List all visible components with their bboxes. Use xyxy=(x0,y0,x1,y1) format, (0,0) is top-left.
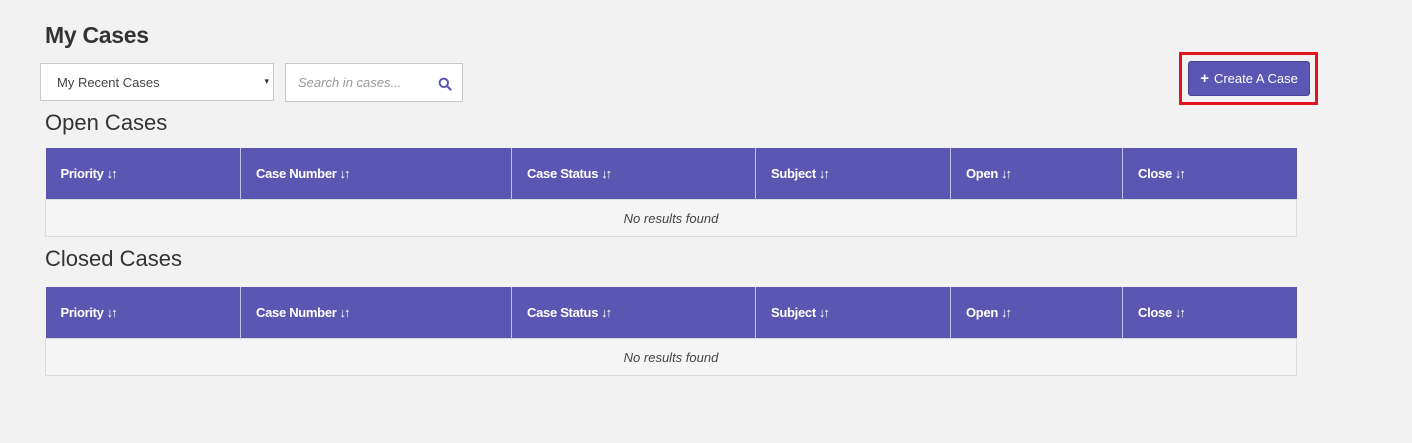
column-header-close[interactable]: Close ↓↑ xyxy=(1122,148,1297,200)
sort-icon[interactable]: ↓↑ xyxy=(601,166,612,181)
plus-icon: + xyxy=(1200,70,1209,87)
empty-message: No results found xyxy=(45,199,1297,237)
table-header-row: Priority ↓↑ Case Number ↓↑ Case Status ↓↑ S… xyxy=(45,148,1297,200)
column-label: Priority xyxy=(60,166,104,181)
sort-icon[interactable]: ↓↑ xyxy=(819,166,830,181)
column-label: Case Number xyxy=(256,305,337,320)
column-header-open[interactable]: Open ↓↑ xyxy=(950,287,1123,339)
column-header-case-number[interactable]: Case Number ↓↑ xyxy=(240,148,512,200)
open-cases-title: Open Cases xyxy=(45,110,168,135)
column-header-case-number[interactable]: Case Number ↓↑ xyxy=(240,287,512,339)
case-filter-select[interactable]: My Recent Cases ▾ xyxy=(40,63,274,101)
column-label: Case Status xyxy=(527,166,599,181)
closed-cases-table: Priority ↓↑ Case Number ↓↑ Case Status ↓↑ S… xyxy=(45,287,1297,376)
sort-icon[interactable]: ↓↑ xyxy=(1175,305,1186,320)
column-label: Priority xyxy=(60,305,104,320)
table-row: No results found xyxy=(45,199,1297,237)
sort-icon[interactable]: ↓↑ xyxy=(1001,305,1012,320)
sort-icon[interactable]: ↓↑ xyxy=(340,166,351,181)
column-header-subject[interactable]: Subject ↓↑ xyxy=(755,148,951,200)
sort-icon[interactable]: ↓↑ xyxy=(107,305,118,320)
sort-icon[interactable]: ↓↑ xyxy=(1001,166,1012,181)
column-label: Subject xyxy=(771,166,816,181)
create-case-button[interactable]: + Create A Case xyxy=(1188,61,1310,96)
search-icon[interactable] xyxy=(438,77,452,91)
empty-message: No results found xyxy=(45,338,1297,376)
open-cases-table: Priority ↓↑ Case Number ↓↑ Case Status ↓↑ S… xyxy=(45,148,1297,237)
column-header-case-status[interactable]: Case Status ↓↑ xyxy=(511,148,756,200)
column-label: Subject xyxy=(771,305,816,320)
sort-icon[interactable]: ↓↑ xyxy=(340,305,351,320)
chevron-down-icon: ▾ xyxy=(264,76,269,86)
column-header-priority[interactable]: Priority ↓↑ xyxy=(45,148,241,200)
column-header-close[interactable]: Close ↓↑ xyxy=(1122,287,1297,339)
case-filter-selected-value: My Recent Cases xyxy=(57,75,160,90)
sort-icon[interactable]: ↓↑ xyxy=(1175,166,1186,181)
page-title: My Cases xyxy=(45,22,149,48)
column-header-open[interactable]: Open ↓↑ xyxy=(950,148,1123,200)
column-header-subject[interactable]: Subject ↓↑ xyxy=(755,287,951,339)
column-label: Case Number xyxy=(256,166,337,181)
column-label: Open xyxy=(966,166,999,181)
column-label: Case Status xyxy=(527,305,599,320)
sort-icon[interactable]: ↓↑ xyxy=(601,305,612,320)
search-input[interactable] xyxy=(286,64,438,101)
table-header-row: Priority ↓↑ Case Number ↓↑ Case Status ↓↑ S… xyxy=(45,287,1297,339)
column-label: Close xyxy=(1138,305,1172,320)
closed-cases-title: Closed Cases xyxy=(45,246,182,271)
column-header-priority[interactable]: Priority ↓↑ xyxy=(45,287,241,339)
column-label: Close xyxy=(1138,166,1172,181)
sort-icon[interactable]: ↓↑ xyxy=(107,166,118,181)
search-box xyxy=(285,63,463,102)
column-header-case-status[interactable]: Case Status ↓↑ xyxy=(511,287,756,339)
create-case-label: Create A Case xyxy=(1213,71,1298,86)
column-label: Open xyxy=(966,305,999,320)
table-row: No results found xyxy=(45,338,1297,376)
sort-icon[interactable]: ↓↑ xyxy=(819,305,830,320)
